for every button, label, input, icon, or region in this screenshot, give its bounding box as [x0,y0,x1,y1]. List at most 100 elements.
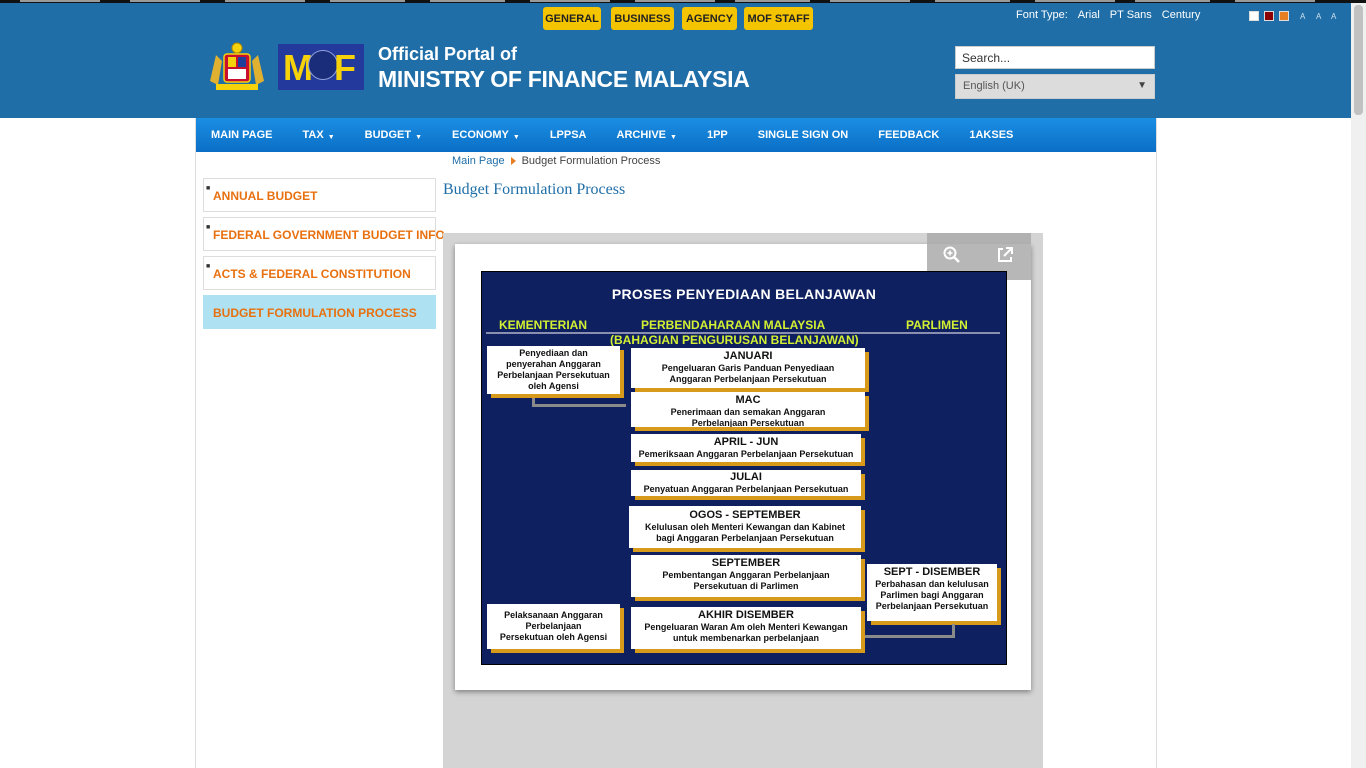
nav-feedback[interactable]: FEEDBACK [863,129,954,141]
connector-line [952,624,955,638]
font-option-century[interactable]: Century [1162,9,1201,21]
mof-logo[interactable]: M F [278,44,364,90]
diagram-step-mac: MAC Penerimaan dan semakan Anggaran Perb… [631,392,865,427]
nav-label: BUDGET [364,129,412,141]
business-button[interactable]: BUSINESS [611,7,674,30]
box-line: Perbelanjaan Persekutuan [691,418,805,427]
box-line: Pemeriksaan Anggaran Perbelanjaan Persek… [638,449,854,459]
diagram-step-januari: JANUARI Pengeluaran Garis Panduan Penyed… [631,348,865,388]
sidebar-item-label: ACTS & FEDERAL CONSTITUTION [213,267,411,281]
sidebar-item-annual-budget[interactable]: ■ ANNUAL BUDGET [203,178,436,212]
box-line: Anggaran Perbelanjaan Persekutuan [669,374,827,384]
sidebar-item-budget-formulation-process[interactable]: BUDGET FORMULATION PROCESS [203,295,436,329]
step-head: SEPT - DISEMBER [883,566,981,578]
font-option-arial[interactable]: Arial [1078,9,1100,21]
diagram-box-kementerian-1: Penyediaan dan penyerahan Anggaran Perbe… [487,346,620,394]
nav-lppsa[interactable]: LPPSA [535,129,602,141]
font-type-selector: Font Type: Arial PT Sans Century [1016,9,1200,21]
sidebar-item-federal-government-budget-info[interactable]: ■ FEDERAL GOVERNMENT BUDGET INFO [203,217,445,251]
diagram-step-julai: JULAI Penyatuan Anggaran Perbelanjaan Pe… [631,470,861,496]
caret-down-icon: ▼ [327,133,335,141]
box-line: Perbelanjaan [525,621,582,631]
bullet-icon: ■ [206,224,211,231]
box-line: Perbelanjaan Persekutuan [875,601,989,611]
breadcrumb-current: Budget Formulation Process [521,155,661,167]
nav-label: TAX [302,129,324,141]
main-nav: MAIN PAGE TAX ▼ BUDGET ▼ ECONOMY ▼ LPPSA AR… [196,118,1156,152]
font-option-pt-sans[interactable]: PT Sans [1110,9,1152,21]
nav-budget[interactable]: BUDGET ▼ [350,129,437,141]
box-line: Penerimaan dan semakan Anggaran [670,407,826,417]
bullet-icon: ■ [206,185,211,192]
theme-white-swatch[interactable] [1249,11,1259,21]
step-head: SEPTEMBER [711,557,781,569]
page-title: Budget Formulation Process [443,181,626,198]
nav-tax[interactable]: TAX ▼ [288,129,350,141]
box-line: Penyediaan dan [519,348,588,358]
diagram-step-april-jun: APRIL - JUN Pemeriksaan Anggaran Perbela… [631,434,861,462]
nav-economy[interactable]: ECONOMY ▼ [437,129,535,141]
diagram-step-ogos-september: OGOS - SEPTEMBER Kelulusan oleh Menteri … [629,506,861,548]
zoom-in-icon[interactable] [940,243,964,267]
bullet-icon: ■ [206,263,211,270]
box-line: Persekutuan oleh Agensi [499,632,608,642]
nav-main-page[interactable]: MAIN PAGE [196,129,288,141]
box-line: Pengeluaran Waran Am oleh Menteri Kewang… [644,622,848,632]
nav-label: 1PP [706,129,728,141]
font-type-label: Font Type: [1016,9,1068,21]
step-head: APRIL - JUN [713,436,779,448]
diagram-col-perbendaharaan: PERBENDAHARAAN MALAYSIA [641,318,826,332]
font-size-large[interactable]: A [1331,12,1336,21]
caret-down-icon: ▼ [512,133,520,141]
scrollbar-thumb[interactable] [1354,5,1363,115]
connector-line [865,635,955,638]
nav-archive[interactable]: ARCHIVE ▼ [602,129,692,141]
box-line: oleh Agensi [528,381,579,391]
font-size-small[interactable]: A [1300,12,1305,21]
diagram-step-akhir-disember: AKHIR DISEMBER Pengeluaran Waran Am oleh… [631,607,861,649]
theme-orange-swatch[interactable] [1279,11,1289,21]
theme-red-swatch[interactable] [1264,11,1274,21]
box-line: Penyatuan Anggaran Perbelanjaan Persekut… [643,484,849,494]
malaysia-coat-of-arms-logo[interactable] [206,41,268,93]
mof-logo-f: F [334,47,356,88]
box-line: bagi Anggaran Perbelanjaan Persekutuan [656,533,834,543]
general-button[interactable]: GENERAL [543,7,601,30]
diagram-header-rule [486,332,1000,334]
open-external-icon[interactable] [993,243,1017,267]
diagram-title: PROSES PENYEDIAAN BELANJAWAN [611,286,877,302]
diagram-step-september: SEPTEMBER Pembentangan Anggaran Perbelan… [631,555,861,597]
nav-label: 1AKSES [969,129,1014,141]
breadcrumb-home-link[interactable]: Main Page [452,155,505,167]
diagram-box-parlimen: SEPT - DISEMBER Perbahasan dan kelulusan… [867,564,997,621]
sidebar-item-label: FEDERAL GOVERNMENT BUDGET INFO [213,228,445,242]
font-size-medium[interactable]: A [1316,12,1321,21]
box-line: Kelulusan oleh Menteri Kewangan dan Kabi… [644,522,846,532]
nav-label: LPPSA [549,129,587,141]
nav-label: SINGLE SIGN ON [757,129,849,141]
nav-single-sign-on[interactable]: SINGLE SIGN ON [743,129,863,141]
step-head: OGOS - SEPTEMBER [689,509,801,521]
nav-label: MAIN PAGE [211,129,273,141]
sidebar-item-acts-federal-constitution[interactable]: ■ ACTS & FEDERAL CONSTITUTION [203,256,436,290]
box-line: Pengeluaran Garis Panduan Penyediaan [661,363,835,373]
diagram-col-kementerian: KEMENTERIAN [499,318,588,332]
box-line: Pelaksanaan Anggaran [504,610,603,620]
nav-1akses[interactable]: 1AKSES [954,129,1028,141]
site-title[interactable]: MINISTRY OF FINANCE MALAYSIA [378,66,750,93]
page-scrollbar[interactable] [1351,3,1366,768]
nav-label: ECONOMY [452,129,509,141]
search-input[interactable] [955,46,1155,69]
connector-line [532,404,626,407]
box-line: Perbelanjaan Persekutuan [497,370,610,380]
breadcrumb-separator-icon [510,157,516,165]
language-select[interactable]: English (UK) ▼ [955,74,1155,99]
nav-1pp[interactable]: 1PP [692,129,743,141]
breadcrumb: Main Page Budget Formulation Process [452,155,660,167]
step-head: MAC [735,394,761,406]
step-head: JULAI [730,471,762,483]
mof-staff-button[interactable]: MOF STAFF [744,7,813,30]
step-head: AKHIR DISEMBER [698,609,794,621]
site-header: GENERAL BUSINESS AGENCY MOF STAFF Font T… [0,3,1351,118]
agency-button[interactable]: AGENCY [682,7,737,30]
